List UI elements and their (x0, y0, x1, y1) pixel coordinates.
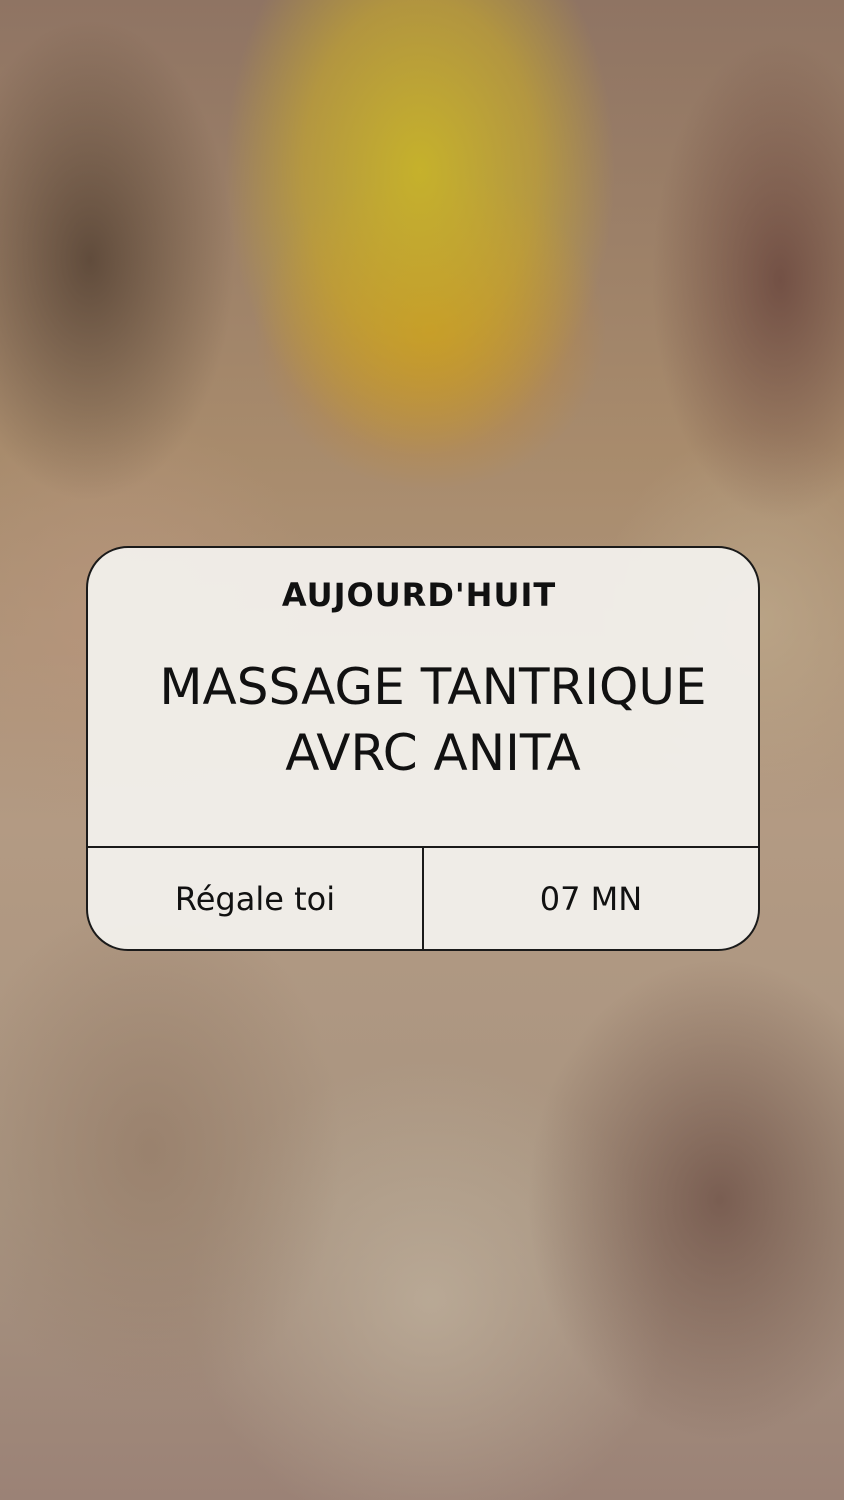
event-title: MASSAGE TANTRIQUE AVRC ANITA (108, 654, 758, 786)
event-title-line-2: AVRC ANITA (285, 724, 581, 782)
day-label: AUJOURD'HUIT (281, 576, 557, 614)
event-card-footer: Régale toi 07 MN (88, 848, 758, 949)
duration-cell: 07 MN (539, 879, 643, 918)
event-title-line-1: MASSAGE TANTRIQUE (159, 658, 707, 716)
event-card: AUJOURD'HUIT MASSAGE TANTRIQUE AVRC ANIT… (86, 546, 760, 951)
tagline-cell: Régale toi (88, 848, 424, 949)
event-card-header: AUJOURD'HUIT MASSAGE TANTRIQUE AVRC ANIT… (88, 548, 758, 848)
